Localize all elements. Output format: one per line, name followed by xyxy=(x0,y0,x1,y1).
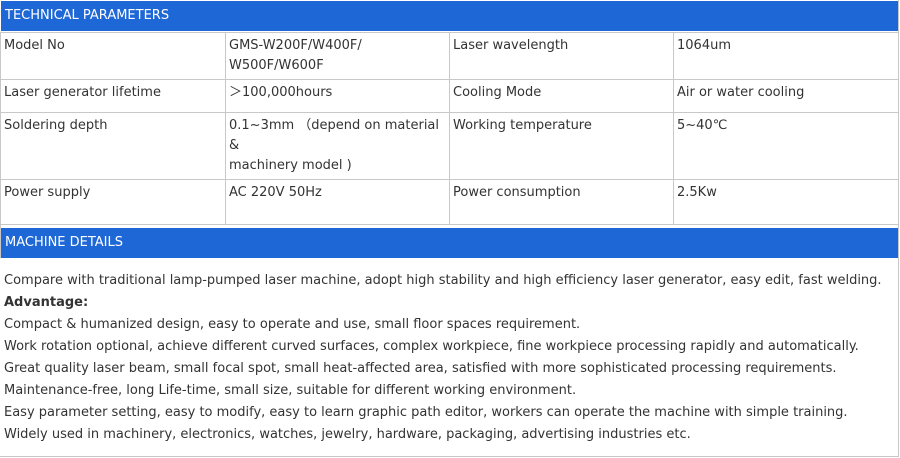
param-value: 5~40℃ xyxy=(673,112,899,180)
machine-details-header: MACHINE DETAILS xyxy=(1,228,898,258)
list-item: Widely used in machinery, electronics, w… xyxy=(4,427,691,442)
technical-parameters-header: TECHNICAL PARAMETERS xyxy=(1,1,898,31)
param-value: 2.5Kw xyxy=(673,179,899,225)
param-label: Power supply xyxy=(0,179,226,225)
param-label: Working temperature xyxy=(449,112,674,180)
param-label: Model No xyxy=(0,32,226,80)
list-item: Maintenance-free, long Life-time, small … xyxy=(4,383,577,398)
machine-details-body: Compare with traditional lamp-pumped las… xyxy=(4,270,894,446)
param-value-line: GMS-W200F/W400F/ xyxy=(229,38,362,53)
param-value: Air or water cooling xyxy=(673,79,899,113)
list-item: Easy parameter setting, easy to modify, … xyxy=(4,405,848,420)
param-value: ＞100,000hours xyxy=(225,79,450,113)
param-value: GMS-W200F/W400F/ W500F/W600F xyxy=(225,32,450,80)
param-value: 0.1~3mm （depend on material & machinery … xyxy=(225,112,450,180)
param-label: Soldering depth xyxy=(0,112,226,180)
param-label: Laser wavelength xyxy=(449,32,674,80)
param-label: Power consumption xyxy=(449,179,674,225)
advantage-heading: Advantage: xyxy=(4,295,89,310)
list-item: Compact & humanized design, easy to oper… xyxy=(4,317,581,332)
table-row: Laser generator lifetime ＞100,000hours C… xyxy=(0,79,899,113)
param-value: 1064um xyxy=(673,32,899,80)
param-value-line: 0.1~3mm （depend on material & xyxy=(229,118,440,153)
technical-parameters-table: Model No GMS-W200F/W400F/ W500F/W600F La… xyxy=(0,32,899,258)
details-intro: Compare with traditional lamp-pumped las… xyxy=(4,273,882,288)
product-spec-panel: TECHNICAL PARAMETERS Model No GMS-W200F/… xyxy=(0,0,899,457)
param-label: Laser generator lifetime xyxy=(0,79,226,113)
param-value-line: W500F/W600F xyxy=(229,58,324,73)
list-item: Great quality laser beam, small focal sp… xyxy=(4,361,837,376)
table-row: Power supply AC 220V 50Hz Power consumpt… xyxy=(0,179,899,225)
list-item: Work rotation optional, achieve differen… xyxy=(4,339,859,354)
param-value: AC 220V 50Hz xyxy=(225,179,450,225)
param-label: Cooling Mode xyxy=(449,79,674,113)
table-row: Soldering depth 0.1~3mm （depend on mater… xyxy=(0,112,899,180)
param-value-line: machinery model ) xyxy=(229,158,352,173)
table-row: Model No GMS-W200F/W400F/ W500F/W600F La… xyxy=(0,32,899,80)
